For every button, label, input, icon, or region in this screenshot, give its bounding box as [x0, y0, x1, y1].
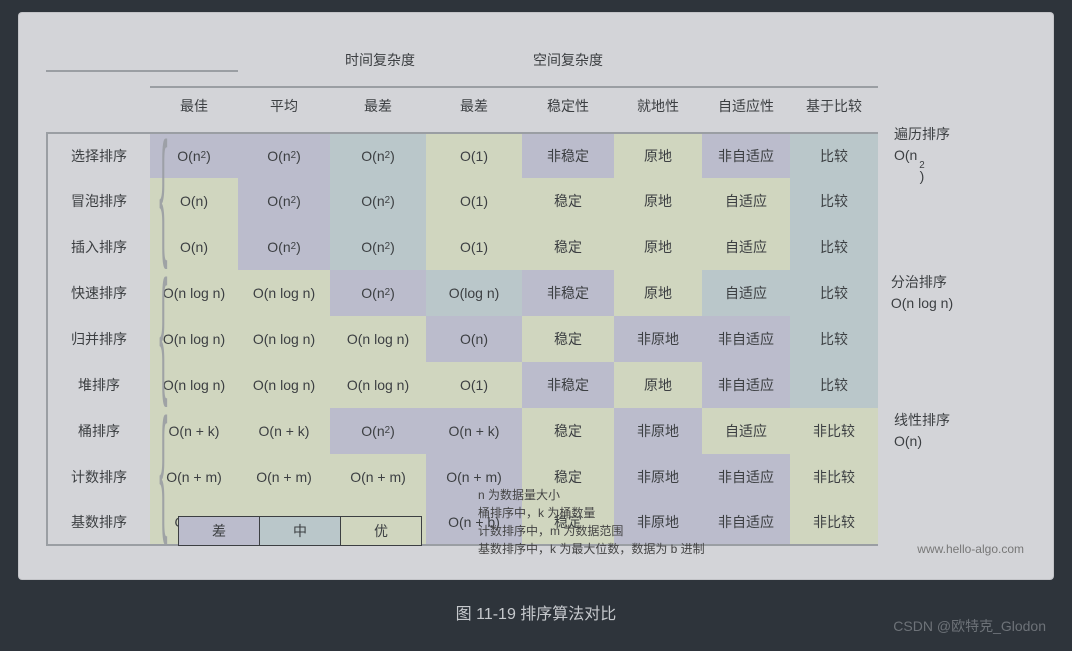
table-cell: O(n): [426, 316, 522, 362]
row-label: 快速排序: [46, 270, 150, 316]
header-worst: 最差: [330, 86, 426, 124]
table-cell: 非原地: [614, 408, 702, 454]
table-cell: 稳定: [522, 316, 614, 362]
table-cell: 原地: [614, 132, 702, 178]
table-cell: 非自适应: [702, 454, 790, 500]
table-cell: O(n log n): [238, 362, 330, 408]
header-spacer: [46, 86, 150, 122]
legend: 差 中 优: [178, 516, 422, 546]
table-cell: 比较: [790, 270, 878, 316]
watermark: CSDN @欧特克_Glodon: [893, 616, 1046, 636]
table-cell: 原地: [614, 178, 702, 224]
footnotes: n 为数据量大小 桶排序中，k 为桶数量 计数排序中，m 为数据范围 基数排序中…: [478, 486, 705, 558]
table-cell: 稳定: [522, 408, 614, 454]
comparison-table: 时间复杂度空间复杂度最佳平均最差最差稳定性就地性自适应性基于比较遍历排序O(n2…: [46, 40, 966, 546]
table-cell: 原地: [614, 224, 702, 270]
table-cell: O(n2): [238, 178, 330, 224]
table-cell: 比较: [790, 132, 878, 178]
header-space-worst: 最差: [426, 86, 522, 124]
table-cell: 比较: [790, 316, 878, 362]
table-cell: 比较: [790, 362, 878, 408]
table-cell: 比较: [790, 224, 878, 270]
table-cell: 非稳定: [522, 270, 614, 316]
table-cell: 非自适应: [702, 316, 790, 362]
row-label: 桶排序: [46, 408, 150, 454]
category-label: 分治排序O(n log n): [878, 224, 966, 362]
table-cell: O(n + k): [426, 408, 522, 454]
note-line: 基数排序中，k 为最大位数，数据为 b 进制: [478, 540, 705, 558]
table-cell: O(n2): [330, 408, 426, 454]
note-line: n 为数据量大小: [478, 486, 705, 504]
table-cell: O(n2): [330, 224, 426, 270]
table-cell: O(1): [426, 178, 522, 224]
header-space: 空间复杂度: [522, 40, 614, 70]
table-cell: O(n log n): [330, 362, 426, 408]
table-cell: O(n log n): [238, 316, 330, 362]
table-cell: O(n + m): [238, 454, 330, 500]
table-cell: O(n2): [238, 132, 330, 178]
table-cell: O(n log n): [330, 316, 426, 362]
table-cell: 自适应: [702, 224, 790, 270]
header-avg: 平均: [238, 86, 330, 124]
legend-good: 优: [340, 517, 421, 545]
table-cell: O(n2): [330, 178, 426, 224]
table-cell: 稳定: [522, 224, 614, 270]
table-cell: O(n log n): [238, 270, 330, 316]
row-label: 归并排序: [46, 316, 150, 362]
figure-panel: 时间复杂度空间复杂度最佳平均最差最差稳定性就地性自适应性基于比较遍历排序O(n2…: [18, 12, 1054, 580]
header-adaptive: 自适应性: [702, 86, 790, 124]
table-cell: 非稳定: [522, 132, 614, 178]
table-cell: 自适应: [702, 178, 790, 224]
table-cell: O(n2): [330, 132, 426, 178]
table-cell: O(n2): [330, 270, 426, 316]
category-label: 遍历排序O(n2): [878, 86, 966, 224]
table-cell: 非比较: [790, 408, 878, 454]
table-cell: 非比较: [790, 500, 878, 546]
table-cell: O(n + m): [330, 454, 426, 500]
header-inplace: 就地性: [614, 86, 702, 124]
table-cell: 自适应: [702, 408, 790, 454]
header-spacer: [46, 40, 238, 72]
row-label: 基数排序: [46, 500, 150, 546]
row-label: 计数排序: [46, 454, 150, 500]
row-label: 冒泡排序: [46, 178, 150, 224]
table-cell: 非自适应: [702, 362, 790, 408]
legend-bad: 差: [179, 517, 259, 545]
header-stable: 稳定性: [522, 86, 614, 124]
note-line: 桶排序中，k 为桶数量: [478, 504, 705, 522]
table-cell: 非原地: [614, 316, 702, 362]
table-cell: O(1): [426, 224, 522, 270]
table-cell: O(log n): [426, 270, 522, 316]
table-cell: 非比较: [790, 454, 878, 500]
table-cell: O(1): [426, 362, 522, 408]
table-cell: 稳定: [522, 178, 614, 224]
table-cell: 比较: [790, 178, 878, 224]
note-line: 计数排序中，m 为数据范围: [478, 522, 705, 540]
table-cell: O(n + k): [238, 408, 330, 454]
row-label: 插入排序: [46, 224, 150, 270]
legend-mid: 中: [259, 517, 340, 545]
header-compare: 基于比较: [790, 86, 878, 124]
category-label: 线性排序O(n): [878, 362, 966, 500]
table-cell: 非自适应: [702, 132, 790, 178]
table-cell: O(n2): [238, 224, 330, 270]
header-time: 时间复杂度: [238, 40, 522, 70]
row-label: 选择排序: [46, 132, 150, 178]
row-label: 堆排序: [46, 362, 150, 408]
source-url: www.hello-algo.com: [917, 542, 1024, 556]
table-cell: 原地: [614, 362, 702, 408]
table-cell: O(1): [426, 132, 522, 178]
table-cell: 原地: [614, 270, 702, 316]
table-cell: 自适应: [702, 270, 790, 316]
header-spacer: [614, 40, 966, 70]
table-cell: 非自适应: [702, 500, 790, 546]
table-cell: 非稳定: [522, 362, 614, 408]
